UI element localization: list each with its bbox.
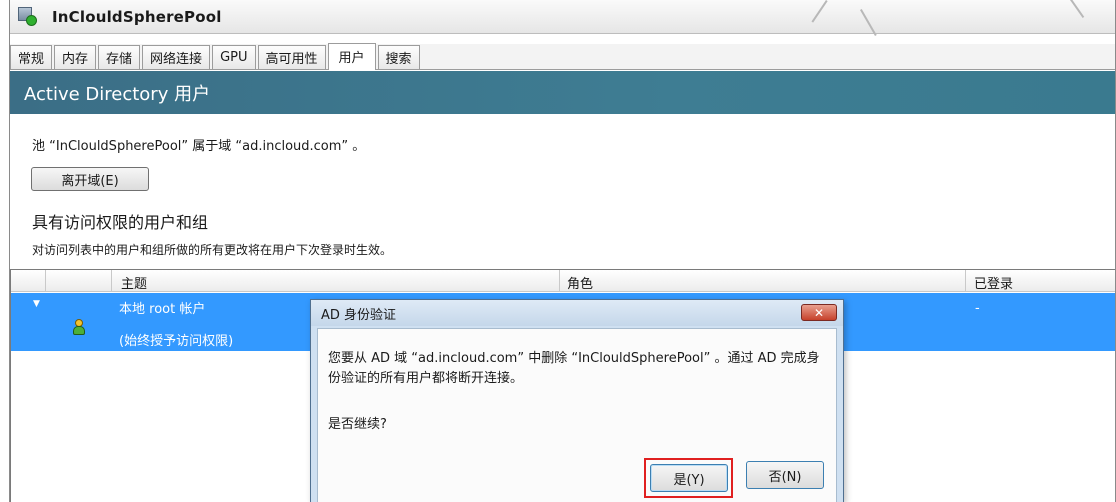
tab-users[interactable]: 用户 (327, 43, 376, 70)
leave-domain-button[interactable]: 离开域(E) (31, 167, 149, 191)
tab-search[interactable]: 搜索 (377, 45, 420, 69)
grid-header: 主题 角色 已登录 (11, 270, 1115, 292)
subject-name: 本地 root 帐户 (119, 302, 206, 317)
logged-in-value: - (975, 301, 980, 316)
tab-storage[interactable]: 存储 (98, 45, 141, 69)
tab-general[interactable]: 常规 (10, 45, 53, 69)
dialog-question: 是否继续? (328, 417, 387, 432)
close-button[interactable]: ✕ (801, 304, 837, 321)
expand-triangle-icon[interactable]: ▼ (33, 299, 40, 309)
access-subheading: 具有访问权限的用户和组 (32, 213, 209, 232)
domain-membership-text: 池 “InClouldSpherePool” 属于域 “ad.incloud.c… (32, 139, 366, 154)
ad-auth-dialog: AD 身份验证 ✕ 您要从 AD 域 “ad.incloud.com” 中删除 … (310, 299, 844, 502)
column-role[interactable]: 角色 (567, 273, 593, 292)
dialog-title-bar: AD 身份验证 (311, 300, 843, 326)
column-logged-in[interactable]: 已登录 (974, 273, 1013, 292)
server-pool-icon (18, 6, 40, 27)
window: InClouldSpherePool 常规 内存 存储 网络连接 GPU 高可用… (9, 0, 1116, 502)
section-title: Active Directory 用户 (24, 83, 211, 105)
column-subject[interactable]: 主题 (121, 273, 147, 292)
tab-gpu[interactable]: GPU (212, 45, 256, 69)
section-header: Active Directory 用户 (10, 71, 1115, 114)
title-bar: InClouldSpherePool (10, 0, 1115, 34)
tab-strip: 常规 内存 存储 网络连接 GPU 高可用性 用户 搜索 (10, 43, 1115, 70)
user-icon (73, 319, 85, 335)
tab-memory[interactable]: 内存 (54, 45, 97, 69)
highlight-box: 是(Y) (644, 458, 733, 498)
dialog-message: 您要从 AD 域 “ad.incloud.com” 中删除 “InClouldS… (328, 351, 820, 386)
subject-note: (始终授予访问权限) (119, 334, 234, 349)
yes-button[interactable]: 是(Y) (650, 464, 728, 492)
no-button[interactable]: 否(N) (746, 461, 824, 489)
access-note: 对访问列表中的用户和组所做的所有更改将在用户下次登录时生效。 (32, 243, 393, 257)
tab-high-availability[interactable]: 高可用性 (257, 45, 326, 69)
window-title: InClouldSpherePool (52, 7, 222, 26)
dialog-body: 您要从 AD 域 “ad.incloud.com” 中删除 “InClouldS… (317, 328, 837, 502)
dialog-title: AD 身份验证 (321, 307, 397, 323)
tab-networking[interactable]: 网络连接 (142, 45, 211, 69)
close-icon: ✕ (813, 305, 825, 320)
